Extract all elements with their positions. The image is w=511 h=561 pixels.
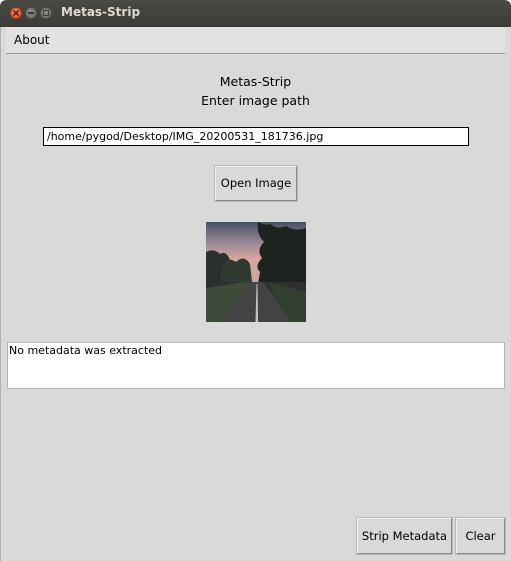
maximize-window-button[interactable] [40,7,52,19]
app-title: Metas-Strip [219,74,292,89]
minimize-window-button[interactable] [25,7,37,19]
strip-metadata-button[interactable]: Strip Metadata [357,518,452,554]
menu-about[interactable]: About [14,33,49,47]
open-image-button[interactable]: Open Image [215,166,297,201]
image-path-input[interactable] [43,127,469,146]
metadata-output-box[interactable]: No metadata was extracted [7,342,505,389]
path-prompt-label: Enter image path [201,93,310,108]
app-window: Metas-Strip About Metas-Strip Enter imag… [0,0,511,561]
window-title: Metas-Strip [61,5,141,19]
metadata-output-text: No metadata was extracted [9,344,163,357]
close-window-button[interactable] [10,7,22,19]
close-icon [13,10,19,16]
clear-button[interactable]: Clear [456,518,505,554]
title-bar[interactable]: Metas-Strip [0,0,511,27]
menu-bar: About [6,27,505,54]
image-preview [206,222,306,322]
